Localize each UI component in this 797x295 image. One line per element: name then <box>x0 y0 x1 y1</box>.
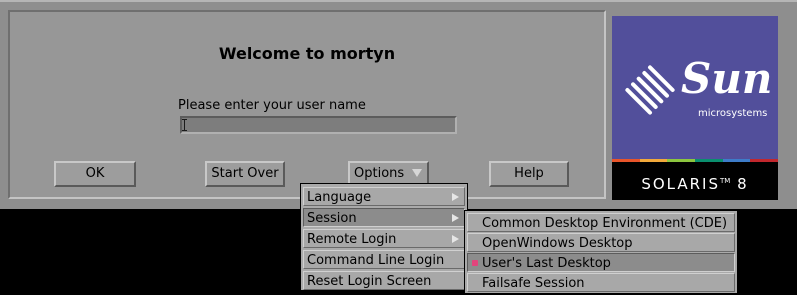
menu-item-label: Command Line Login <box>307 253 445 268</box>
submenu-arrow-icon <box>452 193 459 201</box>
menu-item-remote-login[interactable]: Remote Login <box>303 229 465 248</box>
product-version: 8 <box>737 175 749 193</box>
triangle-down-icon <box>412 169 422 177</box>
trademark-mark: TM <box>720 177 731 185</box>
sun-wordmark: Sun <box>681 54 773 103</box>
menu-item-label: Reset Login Screen <box>307 274 432 289</box>
menu-item-language[interactable]: Language <box>303 187 465 206</box>
username-prompt: Please enter your user name <box>178 98 366 113</box>
username-input[interactable] <box>180 116 457 134</box>
menu-item-label: Common Desktop Environment (CDE) <box>482 216 728 231</box>
menu-item-label: Session <box>307 211 357 226</box>
solaris-version: SOLARISTM 8 <box>612 162 778 200</box>
options-menu: Language Session Remote Login Command Li… <box>300 183 468 291</box>
menu-item-reset-login-screen[interactable]: Reset Login Screen <box>303 271 465 290</box>
radio-selected-icon <box>472 260 478 266</box>
menu-item-label: Remote Login <box>307 232 397 247</box>
menu-item-label: Language <box>307 190 372 205</box>
options-button-label: Options <box>354 166 405 181</box>
submenu-arrow-icon <box>452 235 459 243</box>
session-item-failsafe[interactable]: Failsafe Session <box>467 273 735 292</box>
welcome-title: Welcome to mortyn <box>218 44 396 63</box>
submenu-arrow-icon <box>452 214 459 222</box>
session-submenu: Common Desktop Environment (CDE) OpenWin… <box>464 210 738 294</box>
login-dialog: Welcome to mortyn Please enter your user… <box>0 0 797 209</box>
sun-diamond-logo-icon <box>625 65 675 115</box>
session-item-users-last-desktop[interactable]: User's Last Desktop <box>467 253 735 272</box>
product-name: SOLARIS <box>641 175 720 193</box>
text-cursor-icon <box>182 119 187 131</box>
login-panel: Welcome to mortyn Please enter your user… <box>8 10 606 199</box>
ok-button[interactable]: OK <box>54 161 136 187</box>
menu-item-label: OpenWindows Desktop <box>482 236 633 251</box>
help-button[interactable]: Help <box>489 161 569 187</box>
microsystems-text: microsystems <box>698 108 768 119</box>
session-item-openwindows[interactable]: OpenWindows Desktop <box>467 233 735 252</box>
session-item-cde[interactable]: Common Desktop Environment (CDE) <box>467 213 735 232</box>
menu-item-command-line-login[interactable]: Command Line Login <box>303 250 465 269</box>
menu-item-session[interactable]: Session <box>303 208 465 227</box>
menu-item-label: Failsafe Session <box>482 276 585 291</box>
start-over-button[interactable]: Start Over <box>205 161 285 187</box>
menu-item-label: User's Last Desktop <box>482 256 611 271</box>
sun-solaris-logo: Sun microsystems SOLARISTM 8 <box>612 16 779 200</box>
